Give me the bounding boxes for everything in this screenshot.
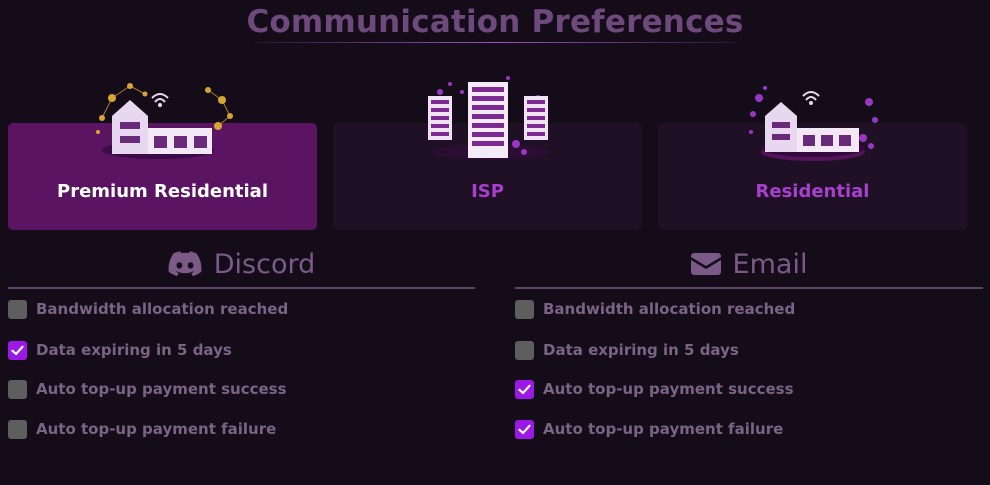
plan-label: Premium Residential <box>57 181 268 202</box>
discord-heading-label: Discord <box>213 248 316 280</box>
option-label: Auto top-up payment failure <box>543 420 784 438</box>
email-heading-label: Email <box>732 248 808 280</box>
discord-heading: Discord <box>8 244 475 284</box>
checkbox[interactable] <box>515 379 534 399</box>
email-option-topup-failure[interactable]: Auto top-up payment failure <box>515 418 783 440</box>
option-label: Auto top-up payment success <box>36 380 287 398</box>
option-label: Data expiring in 5 days <box>36 341 232 359</box>
option-label: Auto top-up payment success <box>543 380 794 398</box>
server-rack-icon <box>428 76 548 160</box>
checkmark-icon <box>11 345 24 355</box>
email-option-bandwidth[interactable]: Bandwidth allocation reached <box>515 298 795 320</box>
plan-label: ISP <box>471 181 504 202</box>
discord-option-topup-success[interactable]: Auto top-up payment success <box>8 378 287 400</box>
premium-house-icon <box>96 83 233 163</box>
email-divider <box>515 287 983 289</box>
option-label: Data expiring in 5 days <box>543 341 739 359</box>
email-option-topup-success[interactable]: Auto top-up payment success <box>515 378 794 400</box>
email-heading: Email <box>515 244 983 284</box>
residential-house-icon <box>749 86 878 161</box>
discord-icon <box>168 251 202 277</box>
envelope-icon <box>690 253 721 275</box>
checkbox[interactable] <box>8 379 27 399</box>
checkbox[interactable] <box>8 419 27 439</box>
checkbox[interactable] <box>8 340 27 360</box>
checkbox[interactable] <box>515 340 534 360</box>
email-option-data-expiring[interactable]: Data expiring in 5 days <box>515 339 739 361</box>
checkmark-icon <box>518 424 531 434</box>
option-label: Auto top-up payment failure <box>36 420 277 438</box>
checkmark-icon <box>518 384 531 394</box>
checkbox[interactable] <box>515 419 534 439</box>
discord-option-data-expiring[interactable]: Data expiring in 5 days <box>8 339 232 361</box>
option-label: Bandwidth allocation reached <box>543 300 796 318</box>
option-label: Bandwidth allocation reached <box>36 300 289 318</box>
checkbox[interactable] <box>8 299 27 319</box>
discord-divider <box>8 287 475 289</box>
discord-option-topup-failure[interactable]: Auto top-up payment failure <box>8 418 276 440</box>
plan-label: Residential <box>755 181 870 202</box>
checkbox[interactable] <box>515 299 534 319</box>
page-title: Communication Preferences <box>246 4 744 40</box>
discord-option-bandwidth[interactable]: Bandwidth allocation reached <box>8 298 288 320</box>
title-underline <box>255 42 737 43</box>
